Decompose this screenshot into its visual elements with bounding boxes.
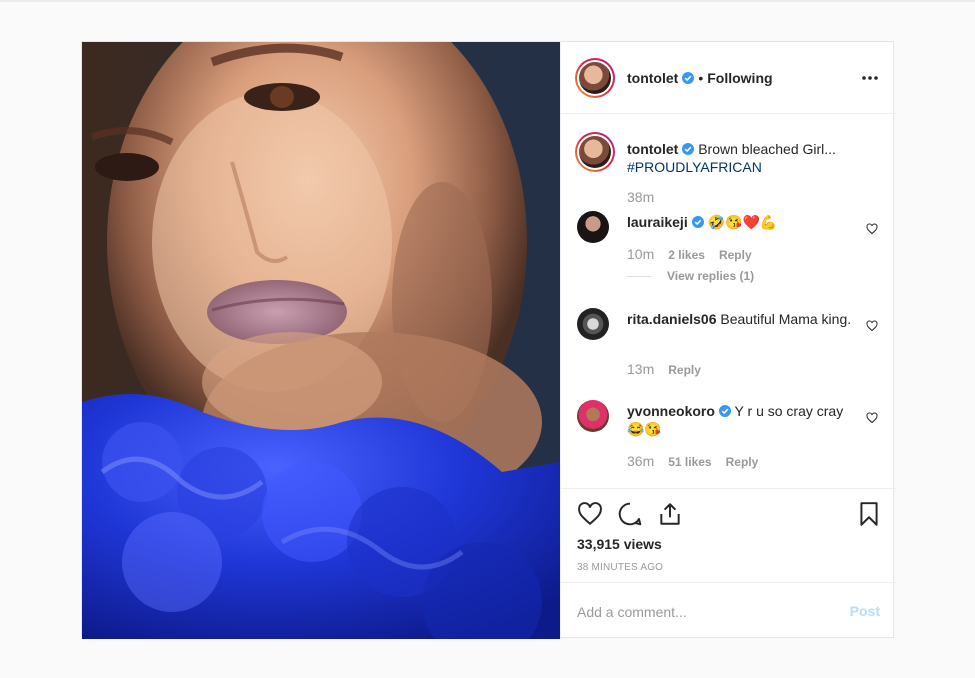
post-modal: tontolet • Following tontolet Brown bleach… <box>81 41 896 639</box>
comment-text: Beautiful Mama king. <box>720 311 852 327</box>
comment-item: lauraikeji 🤣😘❤️💪 10m 2 likes Reply View re… <box>577 211 882 301</box>
reply-button[interactable]: Reply <box>668 363 701 377</box>
comment-meta: 10m 2 likes Reply <box>627 246 766 262</box>
share-icon[interactable] <box>657 501 683 527</box>
view-replies-button[interactable]: View replies (1) <box>627 269 754 283</box>
caption-text: Brown bleached Girl... <box>698 141 836 157</box>
caption-username[interactable]: tontolet <box>627 141 678 157</box>
view-count[interactable]: 33,915 views <box>577 536 662 552</box>
caption-meta: 38m <box>627 189 668 205</box>
post-side-panel: tontolet • Following tontolet Brown bleach… <box>560 42 896 639</box>
comment-input[interactable] <box>577 601 827 623</box>
comment-username[interactable]: lauraikeji <box>627 214 688 230</box>
comment-text-block: yvonneokoro Y r u so cray cray 😂😘 <box>627 402 857 438</box>
heart-icon[interactable] <box>577 501 603 527</box>
comment-meta: 36m 51 likes Reply <box>627 453 772 469</box>
comment-likes[interactable]: 51 likes <box>668 455 711 469</box>
comment-item: yvonneokoro Y r u so cray cray 😂😘 36m 51 … <box>577 400 882 480</box>
comment-text: 🤣😘❤️💪 <box>707 214 778 230</box>
reply-button[interactable]: Reply <box>726 455 759 469</box>
video-frame-image <box>82 42 560 639</box>
caption-author-avatar[interactable] <box>575 132 615 172</box>
verified-badge-icon <box>718 405 731 417</box>
comment-username[interactable]: rita.daniels06 <box>627 311 717 327</box>
following-button[interactable]: Following <box>707 70 772 86</box>
view-replies-label: View replies (1) <box>667 269 755 283</box>
comment-time[interactable]: 13m <box>627 361 654 377</box>
post-header: tontolet • Following <box>561 42 896 114</box>
like-comment-heart-icon[interactable] <box>866 320 878 332</box>
commenter-avatar[interactable] <box>577 400 609 432</box>
post-caption: tontolet Brown bleached Girl... #PROUDLY… <box>575 132 882 212</box>
author-username[interactable]: tontolet <box>627 70 678 86</box>
header-user-line: tontolet • Following <box>627 70 773 88</box>
comments-list[interactable]: tontolet Brown bleached Girl... #PROUDLY… <box>561 115 896 488</box>
comment-text-block: rita.daniels06 Beautiful Mama king. <box>627 310 857 328</box>
post-comment-button[interactable]: Post <box>850 603 880 619</box>
verified-badge-icon <box>682 72 695 84</box>
add-comment-bar: Post <box>561 582 896 639</box>
commenter-avatar[interactable] <box>577 211 609 243</box>
reply-button[interactable]: Reply <box>719 248 752 262</box>
caption-time[interactable]: 38m <box>627 189 654 205</box>
comment-time[interactable]: 36m <box>627 453 654 469</box>
comment-likes[interactable]: 2 likes <box>668 248 705 262</box>
comment-time[interactable]: 10m <box>627 246 654 262</box>
commenter-avatar[interactable] <box>577 308 609 340</box>
author-avatar[interactable] <box>575 58 615 98</box>
post-video[interactable] <box>82 42 560 639</box>
comment-username[interactable]: yvonneokoro <box>627 403 715 419</box>
header-separator: • <box>698 70 704 86</box>
like-comment-heart-icon[interactable] <box>866 223 878 235</box>
post-timestamp[interactable]: 38 MINUTES AGO <box>577 562 663 573</box>
verified-badge-icon <box>691 216 704 228</box>
comment-item: rita.daniels06 Beautiful Mama king. 13m R… <box>577 308 882 388</box>
comment-text-block: lauraikeji 🤣😘❤️💪 <box>627 213 857 231</box>
like-comment-heart-icon[interactable] <box>866 412 878 424</box>
caption-hashtag[interactable]: #PROUDLYAFRICAN <box>627 159 762 175</box>
caption-text-block: tontolet Brown bleached Girl... #PROUDLY… <box>627 140 857 176</box>
replies-line <box>627 276 651 278</box>
bookmark-icon[interactable] <box>856 501 882 527</box>
comment-meta: 13m Reply <box>627 361 715 377</box>
more-horizontal-icon[interactable] <box>860 68 880 88</box>
post-actions: 33,915 views 38 MINUTES AGO <box>561 488 896 582</box>
comment-icon[interactable] <box>617 501 643 527</box>
verified-badge-icon <box>682 143 695 155</box>
top-divider <box>0 0 975 2</box>
